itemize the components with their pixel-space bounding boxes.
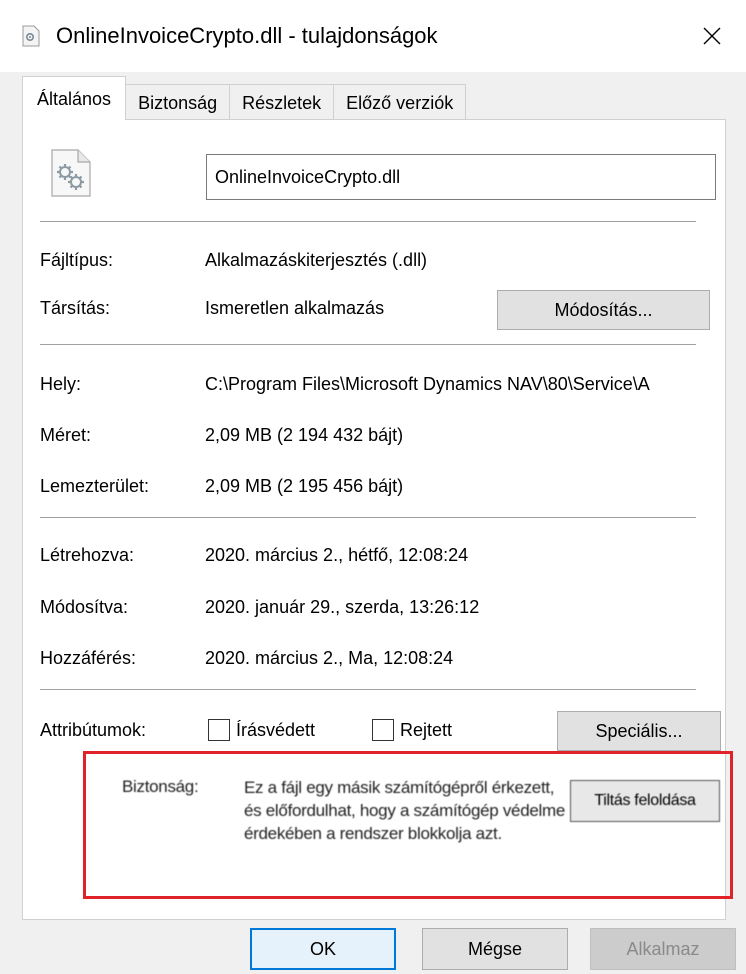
created-value: 2020. március 2., hétfő, 12:08:24 xyxy=(205,545,469,565)
title-bar: OnlineInvoiceCrypto.dll - tulajdonságok xyxy=(0,0,746,72)
tab-previous-versions[interactable]: Előző verziók xyxy=(333,84,467,120)
tab-general[interactable]: Általános xyxy=(22,76,127,120)
size-on-disk-label: Lemezterület: xyxy=(40,476,150,496)
dll-file-icon xyxy=(22,25,40,47)
security-label: Biztonság: xyxy=(122,777,199,796)
created-label: Létrehozva: xyxy=(40,545,135,565)
accessed-value: 2020. március 2., Ma, 12:08:24 xyxy=(205,648,454,668)
file-type-label: Fájltípus: xyxy=(40,250,114,270)
modified-value: 2020. január 29., szerda, 13:26:12 xyxy=(205,597,480,617)
apply-button[interactable]: Alkalmaz xyxy=(590,928,736,970)
location-label: Hely: xyxy=(40,374,82,394)
readonly-label[interactable]: Írásvédett xyxy=(236,718,315,742)
opens-with-value: Ismeretlen alkalmazás xyxy=(205,298,385,318)
hidden-label[interactable]: Rejtett xyxy=(400,718,452,742)
readonly-checkbox[interactable] xyxy=(208,719,230,741)
separator xyxy=(40,689,696,690)
tab-details[interactable]: Részletek xyxy=(229,84,335,120)
advanced-button[interactable]: Speciális... xyxy=(557,711,721,751)
close-icon xyxy=(703,27,721,45)
separator xyxy=(40,221,696,222)
size-value: 2,09 MB (2 194 432 bájt) xyxy=(205,425,404,445)
size-on-disk-value: 2,09 MB (2 195 456 bájt) xyxy=(205,476,404,496)
window-title: OnlineInvoiceCrypto.dll - tulajdonságok xyxy=(56,23,438,48)
filename-field[interactable]: OnlineInvoiceCrypto.dll xyxy=(206,154,716,200)
unblock-button[interactable]: Tiltás feloldása xyxy=(570,780,720,822)
attributes-label: Attribútumok: xyxy=(40,720,147,740)
size-label: Méret: xyxy=(40,425,92,445)
security-warning-text: Ez a fájl egy másik számítógépről érkeze… xyxy=(244,778,565,843)
hidden-checkbox[interactable] xyxy=(372,719,394,741)
change-button[interactable]: Módosítás... xyxy=(497,290,710,330)
cancel-button[interactable]: Mégse xyxy=(422,928,568,970)
separator xyxy=(40,517,696,518)
close-button[interactable] xyxy=(692,16,732,56)
accessed-label: Hozzáférés: xyxy=(40,648,137,668)
separator xyxy=(40,344,696,345)
opens-with-label: Társítás: xyxy=(40,298,111,318)
dll-gear-file-icon xyxy=(48,148,94,198)
tab-security[interactable]: Biztonság xyxy=(125,84,231,120)
tab-strip: Általános Biztonság Részletek Előző verz… xyxy=(22,76,467,120)
location-value: C:\Program Files\Microsoft Dynamics NAV\… xyxy=(205,374,650,394)
modified-label: Módosítva: xyxy=(40,597,129,617)
file-type-value: Alkalmazáskiterjesztés (.dll) xyxy=(205,250,428,270)
ok-button[interactable]: OK xyxy=(250,928,396,970)
